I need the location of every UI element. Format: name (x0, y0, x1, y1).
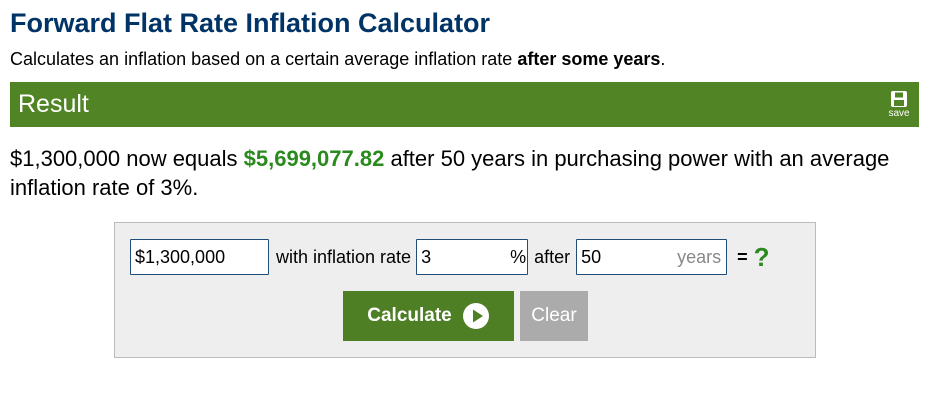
calculate-button-label: Calculate (367, 305, 452, 326)
inflation-rate-input[interactable] (416, 239, 529, 275)
page-title: Forward Flat Rate Inflation Calculator (10, 8, 491, 38)
equals-sign: = (737, 246, 748, 267)
rate-field-wrapper: % (416, 239, 529, 275)
amount-input[interactable] (130, 239, 269, 275)
subtitle-suffix: . (660, 49, 666, 69)
years-input[interactable] (576, 239, 728, 275)
page-subtitle: Calculates an inflation based on a certa… (10, 49, 665, 70)
inflation-calculator-page: Forward Flat Rate Inflation Calculator C… (0, 0, 952, 401)
years-field-wrapper: years (576, 239, 728, 275)
floppy-disk-icon (885, 90, 913, 108)
result-value: $5,699,077.82 (243, 146, 385, 171)
after-label: after (534, 246, 571, 267)
save-label: save (888, 108, 910, 119)
result-text-prefix: $1,300,000 now equals (10, 146, 244, 171)
calculate-button[interactable]: Calculate (343, 291, 514, 341)
subtitle-bold-text: after some years (517, 49, 661, 69)
clear-button[interactable]: Clear (520, 291, 588, 341)
result-header-bar: Result save (10, 82, 919, 127)
subtitle-text: Calculates an inflation based on a certa… (10, 49, 518, 69)
calculator-input-row: with inflation rate % after years = ? (130, 239, 770, 275)
play-circle-icon (462, 302, 490, 330)
inflation-rate-label: with inflation rate (276, 246, 412, 267)
save-button[interactable]: save (885, 90, 913, 120)
unknown-result-marker: ? (753, 241, 770, 272)
calculator-panel: with inflation rate % after years = ? Ca… (114, 222, 816, 358)
result-summary: $1,300,000 now equals $5,699,077.82 afte… (10, 144, 930, 202)
result-heading: Result (18, 90, 89, 118)
